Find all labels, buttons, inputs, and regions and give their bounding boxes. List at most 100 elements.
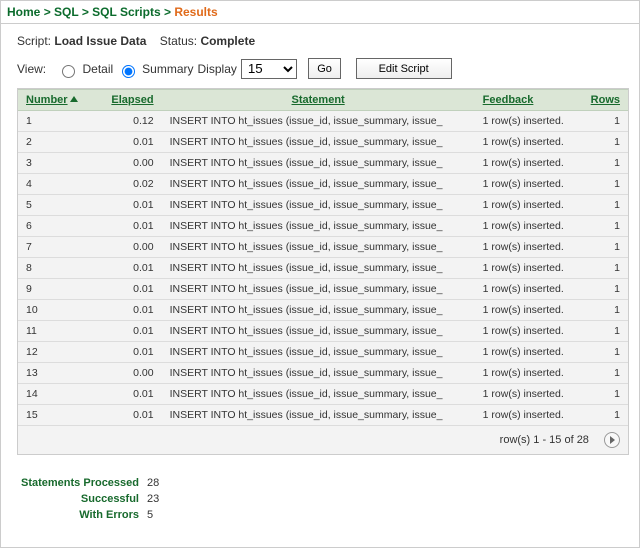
cell-statement: INSERT INTO ht_issues (issue_id, issue_s…	[162, 384, 475, 405]
table-row: 130.00INSERT INTO ht_issues (issue_id, i…	[18, 363, 628, 384]
cell-feedback: 1 row(s) inserted.	[475, 300, 583, 321]
cell-elapsed: 0.01	[86, 258, 162, 279]
display-select[interactable]: 15	[241, 59, 297, 79]
cell-rows: 1	[583, 237, 628, 258]
cell-number: 1	[18, 111, 86, 132]
cell-elapsed: 0.01	[86, 384, 162, 405]
edit-script-button[interactable]: Edit Script	[356, 58, 452, 79]
status-label: Status:	[160, 34, 197, 48]
col-elapsed[interactable]: Elapsed	[86, 90, 162, 111]
cell-elapsed: 0.01	[86, 405, 162, 426]
cell-statement: INSERT INTO ht_issues (issue_id, issue_s…	[162, 174, 475, 195]
view-detail-label: Detail	[82, 62, 113, 76]
cell-statement: INSERT INTO ht_issues (issue_id, issue_s…	[162, 237, 475, 258]
pager-range: row(s) 1 - 15 of 28	[500, 434, 589, 446]
cell-number: 4	[18, 174, 86, 195]
cell-number: 12	[18, 342, 86, 363]
cell-rows: 1	[583, 195, 628, 216]
breadcrumb-current: Results	[174, 5, 217, 19]
cell-rows: 1	[583, 342, 628, 363]
view-summary-label: Summary	[142, 62, 193, 76]
cell-elapsed: 0.01	[86, 342, 162, 363]
cell-elapsed: 0.02	[86, 174, 162, 195]
cell-statement: INSERT INTO ht_issues (issue_id, issue_s…	[162, 405, 475, 426]
cell-number: 13	[18, 363, 86, 384]
view-label: View:	[17, 62, 46, 76]
cell-elapsed: 0.01	[86, 300, 162, 321]
cell-statement: INSERT INTO ht_issues (issue_id, issue_s…	[162, 111, 475, 132]
table-row: 60.01INSERT INTO ht_issues (issue_id, is…	[18, 216, 628, 237]
cell-number: 5	[18, 195, 86, 216]
table-row: 10.12INSERT INTO ht_issues (issue_id, is…	[18, 111, 628, 132]
breadcrumb-sep: >	[164, 5, 174, 19]
cell-elapsed: 0.12	[86, 111, 162, 132]
cell-feedback: 1 row(s) inserted.	[475, 279, 583, 300]
cell-number: 9	[18, 279, 86, 300]
status-value: Complete	[200, 34, 255, 48]
cell-feedback: 1 row(s) inserted.	[475, 363, 583, 384]
cell-number: 3	[18, 153, 86, 174]
cell-feedback: 1 row(s) inserted.	[475, 342, 583, 363]
stats-successful-value: 23	[147, 491, 159, 507]
col-statement[interactable]: Statement	[162, 90, 475, 111]
view-detail-radio[interactable]	[62, 65, 75, 78]
cell-number: 8	[18, 258, 86, 279]
cell-number: 10	[18, 300, 86, 321]
table-row: 20.01INSERT INTO ht_issues (issue_id, is…	[18, 132, 628, 153]
cell-elapsed: 0.00	[86, 363, 162, 384]
cell-rows: 1	[583, 384, 628, 405]
cell-feedback: 1 row(s) inserted.	[475, 153, 583, 174]
stats-successful-label: Successful	[7, 491, 147, 507]
cell-feedback: 1 row(s) inserted.	[475, 216, 583, 237]
cell-statement: INSERT INTO ht_issues (issue_id, issue_s…	[162, 279, 475, 300]
cell-feedback: 1 row(s) inserted.	[475, 195, 583, 216]
cell-rows: 1	[583, 300, 628, 321]
script-label: Script:	[17, 34, 51, 48]
cell-elapsed: 0.01	[86, 321, 162, 342]
cell-rows: 1	[583, 279, 628, 300]
table-row: 40.02INSERT INTO ht_issues (issue_id, is…	[18, 174, 628, 195]
cell-elapsed: 0.00	[86, 153, 162, 174]
cell-statement: INSERT INTO ht_issues (issue_id, issue_s…	[162, 132, 475, 153]
cell-feedback: 1 row(s) inserted.	[475, 132, 583, 153]
cell-feedback: 1 row(s) inserted.	[475, 237, 583, 258]
breadcrumb-sql-scripts[interactable]: SQL Scripts	[92, 5, 160, 19]
stats-processed-label: Statements Processed	[7, 475, 147, 491]
stats-processed-value: 28	[147, 475, 159, 491]
breadcrumb-sep: >	[82, 5, 92, 19]
cell-statement: INSERT INTO ht_issues (issue_id, issue_s…	[162, 195, 475, 216]
go-button[interactable]: Go	[308, 58, 341, 79]
table-row: 90.01INSERT INTO ht_issues (issue_id, is…	[18, 279, 628, 300]
cell-elapsed: 0.01	[86, 195, 162, 216]
cell-number: 14	[18, 384, 86, 405]
cell-statement: INSERT INTO ht_issues (issue_id, issue_s…	[162, 300, 475, 321]
col-rows[interactable]: Rows	[583, 90, 628, 111]
pager-next-button[interactable]	[604, 432, 620, 448]
cell-rows: 1	[583, 258, 628, 279]
breadcrumb-sql[interactable]: SQL	[54, 5, 78, 19]
table-row: 100.01INSERT INTO ht_issues (issue_id, i…	[18, 300, 628, 321]
breadcrumb-home[interactable]: Home	[7, 5, 40, 19]
cell-rows: 1	[583, 132, 628, 153]
col-feedback[interactable]: Feedback	[475, 90, 583, 111]
table-row: 110.01INSERT INTO ht_issues (issue_id, i…	[18, 321, 628, 342]
chevron-right-icon	[609, 436, 616, 444]
view-summary-radio[interactable]	[122, 65, 135, 78]
cell-elapsed: 0.01	[86, 279, 162, 300]
stats-errors-value: 5	[147, 507, 153, 523]
cell-rows: 1	[583, 216, 628, 237]
table-row: 70.00INSERT INTO ht_issues (issue_id, is…	[18, 237, 628, 258]
cell-number: 6	[18, 216, 86, 237]
cell-rows: 1	[583, 321, 628, 342]
cell-elapsed: 0.01	[86, 132, 162, 153]
script-value: Load Issue Data	[54, 34, 146, 48]
col-number[interactable]: Number	[18, 90, 86, 111]
cell-number: 7	[18, 237, 86, 258]
table-row: 80.01INSERT INTO ht_issues (issue_id, is…	[18, 258, 628, 279]
cell-statement: INSERT INTO ht_issues (issue_id, issue_s…	[162, 216, 475, 237]
cell-rows: 1	[583, 405, 628, 426]
cell-rows: 1	[583, 153, 628, 174]
breadcrumb: Home > SQL > SQL Scripts > Results	[1, 1, 639, 23]
cell-statement: INSERT INTO ht_issues (issue_id, issue_s…	[162, 153, 475, 174]
cell-rows: 1	[583, 174, 628, 195]
